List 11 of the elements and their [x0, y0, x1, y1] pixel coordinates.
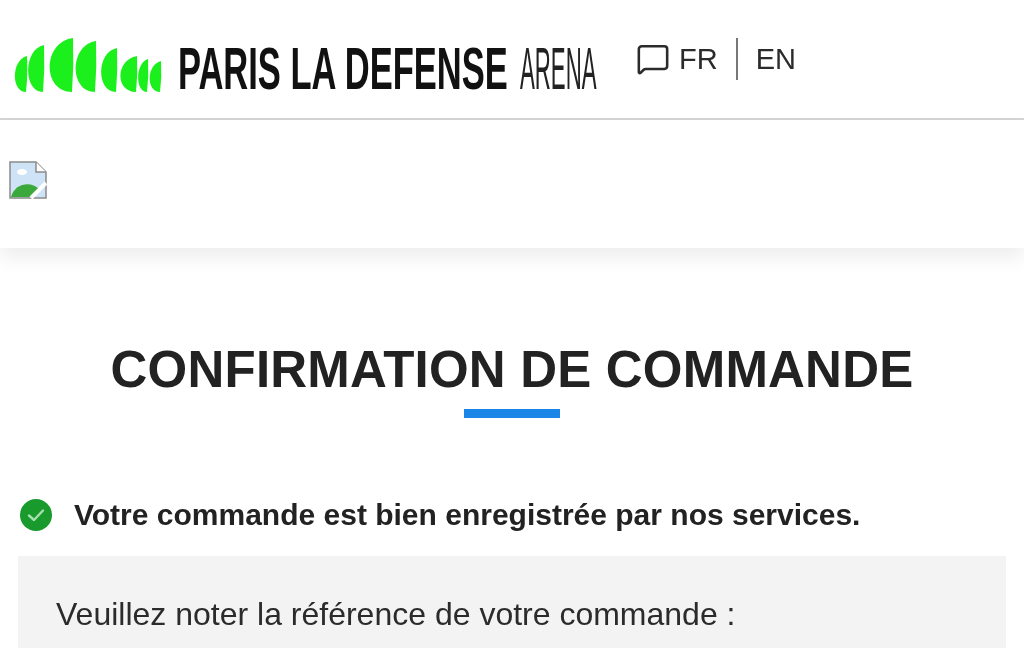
- logo-subtitle: ARENA: [520, 39, 597, 99]
- leaf-logo-icon: [12, 37, 162, 93]
- check-circle-icon: [20, 499, 52, 531]
- page-title: CONFIRMATION DE COMMANDE: [109, 342, 915, 398]
- logo-title: PARIS LA DEFENSE: [178, 39, 508, 99]
- status-message: Votre commande est bien enregistrée par nos services.: [74, 498, 861, 532]
- language-link[interactable]: FR: [679, 41, 718, 77]
- language-link[interactable]: EN: [755, 41, 796, 77]
- speech-bubble-icon: [636, 42, 670, 76]
- reference-text: Veuillez noter la référence de votre commande :: [56, 596, 737, 633]
- broken-image-icon: [9, 161, 47, 199]
